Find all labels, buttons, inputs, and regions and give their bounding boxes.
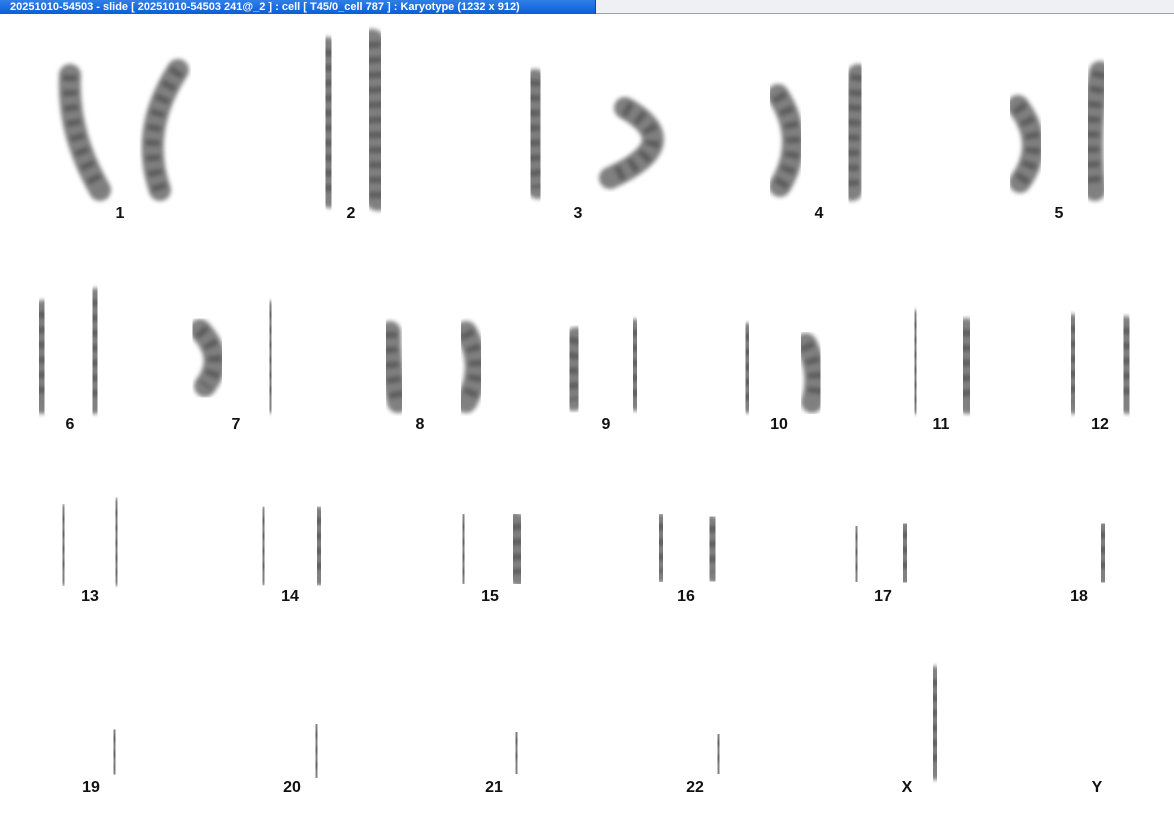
chromosome-pair-19[interactable]: 19 (57, 725, 126, 796)
chromosome-pair-8[interactable]: 8 (379, 321, 487, 433)
karyotype-canvas: 1 2 3 4 56 7 8 9 10 11 1213 14 15 16 17 1819 20 21 22 X Y (28, 29, 1140, 796)
chromosome-label-y: Y (1092, 779, 1103, 796)
chromosome-pair-4[interactable]: 4 (767, 64, 869, 222)
chromosome-pair-13[interactable]: 13 (51, 498, 129, 605)
chromosome-pair-21[interactable]: 21 (460, 727, 528, 796)
chromosome-16-homolog-1[interactable] (649, 513, 673, 583)
chromosome-16-homolog-2[interactable] (700, 515, 725, 583)
chromosome-pair-5[interactable]: 5 (1007, 61, 1111, 222)
chromosome-pair-14[interactable]: 14 (251, 506, 332, 605)
chromosome-label-7: 7 (232, 416, 241, 433)
chromosome-pair-1[interactable]: 1 (58, 59, 189, 222)
chromosome-label-4: 4 (815, 205, 824, 222)
chromosome-label-x: X (902, 779, 913, 796)
chromosome-pair-17[interactable]: 17 (845, 521, 917, 605)
chromosome-pair-2[interactable]: 2 (314, 29, 391, 222)
chromosome-pair-20[interactable]: 20 (256, 715, 328, 796)
chromosome-label-19: 19 (82, 779, 100, 796)
chromosome-label-10: 10 (770, 416, 788, 433)
chromosome-label-9: 9 (602, 416, 611, 433)
chromosome-label-15: 15 (481, 588, 499, 605)
chromosome-label-1: 1 (116, 205, 125, 222)
chromosome-pair-7[interactable]: 7 (189, 301, 282, 433)
chromosome-pair-6[interactable]: 6 (28, 288, 109, 433)
chromosome-label-17: 17 (874, 588, 892, 605)
chromosome-label-22: 22 (686, 779, 704, 796)
chromosome-pair-16[interactable]: 16 (649, 513, 725, 605)
chromosome-label-14: 14 (281, 588, 299, 605)
chromosome-x-homolog-2[interactable] (920, 666, 950, 780)
chromosome-pair-12[interactable]: 12 (1060, 314, 1140, 433)
chromosome-pair-22[interactable]: 22 (659, 727, 730, 796)
chromosome-label-3: 3 (574, 205, 583, 222)
chromosome-pair-15[interactable]: 15 (451, 512, 531, 605)
chromosome-label-8: 8 (416, 416, 425, 433)
chromosome-label-20: 20 (283, 779, 301, 796)
chromosome-pair-11[interactable]: 11 (903, 310, 980, 433)
chromosome-20-bands-2 (309, 731, 324, 771)
chromosome-layer: 1 2 3 4 56 7 8 9 10 11 1213 14 15 16 17 1819 20 21 22 X Y (28, 29, 1140, 796)
chromosome-label-5: 5 (1055, 205, 1064, 222)
chromosome-pair-10[interactable]: 10 (735, 323, 827, 433)
chromosome-label-2: 2 (347, 205, 356, 222)
chromosome-label-6: 6 (66, 416, 75, 433)
chromosome-11-homolog-1[interactable] (903, 310, 928, 414)
chromosome-pair-x[interactable]: X (866, 666, 950, 796)
chromosome-pair-y[interactable]: Y (1092, 779, 1103, 796)
chromosome-label-21: 21 (485, 779, 503, 796)
chromosome-label-18: 18 (1070, 588, 1088, 605)
chromosome-pair-18[interactable]: 18 (1041, 519, 1115, 605)
chromosome-pair-3[interactable]: 3 (522, 69, 664, 222)
chromosome-15-homolog-2[interactable] (503, 512, 531, 586)
chromosome-label-16: 16 (677, 588, 695, 605)
chromosome-pair-9[interactable]: 9 (560, 319, 647, 433)
chromosome-label-12: 12 (1091, 416, 1109, 433)
chromosome-label-13: 13 (81, 588, 99, 605)
chromosome-15-homolog-1[interactable] (451, 512, 476, 586)
chromosome-label-11: 11 (933, 416, 950, 433)
